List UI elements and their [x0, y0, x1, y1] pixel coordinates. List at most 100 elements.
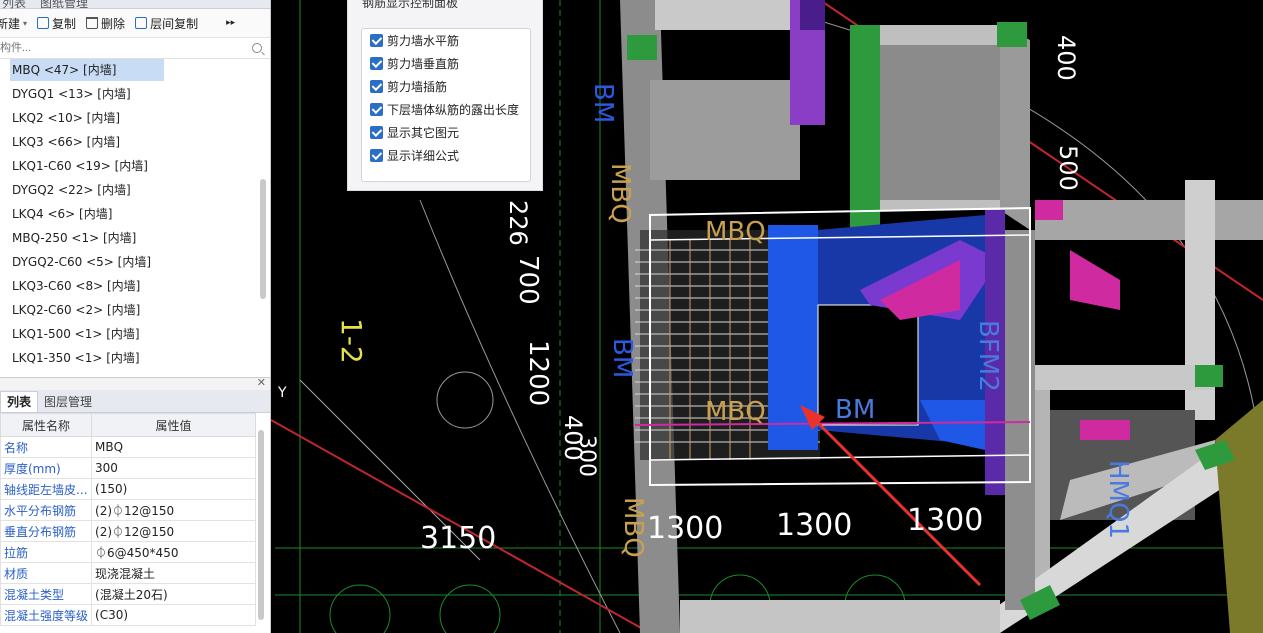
- tag-1-2: 1-2: [335, 318, 368, 364]
- prop-name: 轴线距左墙皮...: [0, 478, 93, 500]
- tab-layer-management[interactable]: 图层管理: [38, 392, 98, 412]
- dim-400-top: 400: [1052, 35, 1080, 81]
- more-button[interactable]: ▸▸: [226, 18, 235, 28]
- checkbox-show-other[interactable]: 显示其它图元: [362, 121, 530, 144]
- prop-name: 拉筋: [0, 541, 93, 563]
- copy-icon: [135, 17, 148, 29]
- dim-300: 300: [574, 435, 599, 477]
- checkbox-icon: [370, 57, 383, 70]
- search-input[interactable]: [0, 41, 202, 55]
- prop-value[interactable]: (2)⏀12@150: [91, 499, 256, 521]
- dim-3150: 3150: [420, 521, 496, 556]
- dim-1300-c: 1300: [907, 503, 983, 538]
- list-item[interactable]: LKQ2 <10> [内墙]: [0, 107, 270, 131]
- tab-list[interactable]: 列表: [2, 0, 26, 11]
- prop-value[interactable]: (2)⏀12@150: [91, 520, 256, 542]
- search-bar: [0, 38, 270, 59]
- tag-mbq-1: MBQ: [605, 163, 635, 224]
- floor-copy-button[interactable]: 层间复制: [135, 15, 198, 32]
- list-item[interactable]: MBQ-250 <1> [内墙]: [0, 227, 270, 251]
- tag-y-axis: Y: [277, 385, 287, 401]
- prop-name: 混凝土强度等级: [0, 604, 93, 626]
- dim-1300-a: 1300: [647, 511, 723, 546]
- dim-226: 226: [504, 200, 532, 246]
- component-panel: 列表 图纸管理 新建▾ 复制 删除 层间复制 ▸▸ MBQ <47> [内墙] …: [0, 0, 271, 633]
- checkbox-icon: [370, 34, 383, 47]
- component-list: MBQ <47> [内墙] DYGQ1 <13> [内墙] LKQ2 <10> …: [0, 59, 270, 377]
- table-row[interactable]: 厚度(mm) 300: [0, 457, 256, 479]
- list-item[interactable]: DYGQ2-C60 <5> [内墙]: [0, 251, 270, 275]
- new-button[interactable]: 新建▾: [0, 15, 27, 32]
- table-row[interactable]: 拉筋 ⏀6@450*450: [0, 541, 256, 563]
- list-item[interactable]: LKQ4 <6> [内墙]: [0, 203, 270, 227]
- tab-drawing-management[interactable]: 图纸管理: [40, 0, 88, 11]
- checkbox-icon: [370, 80, 383, 93]
- list-item[interactable]: DYGQ2 <22> [内墙]: [0, 179, 270, 203]
- rebar-display-panel: 钢筋显示控制面板 剪力墙水平筋 剪力墙垂直筋 剪力墙插筋 下层墙体纵筋的露出长度…: [347, 0, 543, 191]
- toolbar: 新建▾ 复制 删除 层间复制 ▸▸: [0, 9, 270, 38]
- panel-divider: ✕: [0, 376, 270, 390]
- table-row[interactable]: 水平分布钢筋 (2)⏀12@150: [0, 499, 256, 521]
- table-row[interactable]: 混凝土类型 (混凝土20石): [0, 583, 256, 605]
- list-scrollbar[interactable]: [260, 179, 266, 299]
- dim-500: 500: [1054, 145, 1082, 191]
- delete-button[interactable]: 删除: [86, 15, 125, 32]
- copy-button[interactable]: 复制: [37, 15, 76, 32]
- tag-mbq-2: MBQ: [705, 217, 766, 247]
- property-scrollbar[interactable]: [258, 430, 264, 620]
- table-row[interactable]: 混凝土强度等级 (C30): [0, 604, 256, 626]
- prop-value[interactable]: (C30): [91, 604, 256, 626]
- list-item[interactable]: LKQ3-C60 <8> [内墙]: [0, 275, 270, 299]
- tag-hmq1: HMQ1: [1103, 460, 1133, 539]
- checkbox-detail-formula[interactable]: 显示详细公式: [362, 144, 530, 167]
- prop-value[interactable]: MBQ: [91, 436, 256, 458]
- table-row[interactable]: 轴线距左墙皮... (150): [0, 478, 256, 500]
- prop-name: 名称: [0, 436, 93, 458]
- prop-name: 材质: [0, 562, 93, 584]
- tag-mbq-4: MBQ: [618, 497, 648, 558]
- prop-name: 垂直分布钢筋: [0, 520, 93, 542]
- prop-value[interactable]: 现浇混凝土: [91, 562, 256, 584]
- tag-mbq-3: MBQ: [705, 397, 766, 427]
- panel-title: 钢筋显示控制面板: [362, 0, 459, 8]
- checkbox-horizontal-rebar[interactable]: 剪力墙水平筋: [362, 29, 530, 52]
- search-icon[interactable]: [252, 43, 262, 53]
- checkbox-icon: [370, 149, 383, 162]
- prop-value[interactable]: (150): [91, 478, 256, 500]
- property-table: 属性名称 属性值 名称 MBQ 厚度(mm) 300 轴线距左墙皮... (150) …: [0, 413, 256, 626]
- prop-value[interactable]: ⏀6@450*450: [91, 541, 256, 563]
- option-list: 剪力墙水平筋 剪力墙垂直筋 剪力墙插筋 下层墙体纵筋的露出长度 显示其它图元 显…: [361, 28, 531, 182]
- copy-icon: [37, 17, 50, 29]
- prop-name: 厚度(mm): [0, 457, 93, 479]
- table-row[interactable]: 垂直分布钢筋 (2)⏀12@150: [0, 520, 256, 542]
- header-name: 属性名称: [0, 413, 93, 437]
- dim-1300-b: 1300: [776, 508, 852, 543]
- close-icon[interactable]: ✕: [257, 376, 266, 389]
- list-item[interactable]: LKQ2-C60 <2> [内墙]: [0, 299, 270, 323]
- tag-bfm2: BFM2: [973, 320, 1003, 392]
- prop-name: 水平分布钢筋: [0, 499, 93, 521]
- list-item[interactable]: DYGQ1 <13> [内墙]: [0, 83, 270, 107]
- dim-700: 700: [513, 255, 543, 305]
- table-row[interactable]: 材质 现浇混凝土: [0, 562, 256, 584]
- table-row[interactable]: 名称 MBQ: [0, 436, 256, 458]
- tag-bm-2: BM: [607, 338, 637, 378]
- list-item[interactable]: MBQ <47> [内墙]: [0, 59, 270, 83]
- checkbox-vertical-rebar[interactable]: 剪力墙垂直筋: [362, 52, 530, 75]
- prop-value[interactable]: (混凝土20石): [91, 583, 256, 605]
- tag-bm-3: BM: [835, 395, 875, 425]
- list-item[interactable]: LKQ1-C60 <19> [内墙]: [0, 155, 270, 179]
- list-item[interactable]: LKQ3 <66> [内墙]: [0, 131, 270, 155]
- header-value: 属性值: [91, 413, 256, 437]
- tag-bm-1: BM: [588, 83, 618, 123]
- checkbox-icon: [370, 126, 383, 139]
- checkbox-exposed-length[interactable]: 下层墙体纵筋的露出长度: [362, 98, 530, 121]
- checkbox-dowel-rebar[interactable]: 剪力墙插筋: [362, 75, 530, 98]
- list-item[interactable]: LKQ1-500 <1> [内墙]: [0, 323, 270, 347]
- checkbox-icon: [370, 103, 383, 116]
- dim-1200: 1200: [523, 340, 553, 406]
- bottom-tabs: 列表 图层管理: [0, 390, 270, 413]
- list-item[interactable]: LKQ1-350 <1> [内墙]: [0, 347, 270, 371]
- prop-value[interactable]: 300: [91, 457, 256, 479]
- tab-property-list[interactable]: 列表: [0, 391, 39, 412]
